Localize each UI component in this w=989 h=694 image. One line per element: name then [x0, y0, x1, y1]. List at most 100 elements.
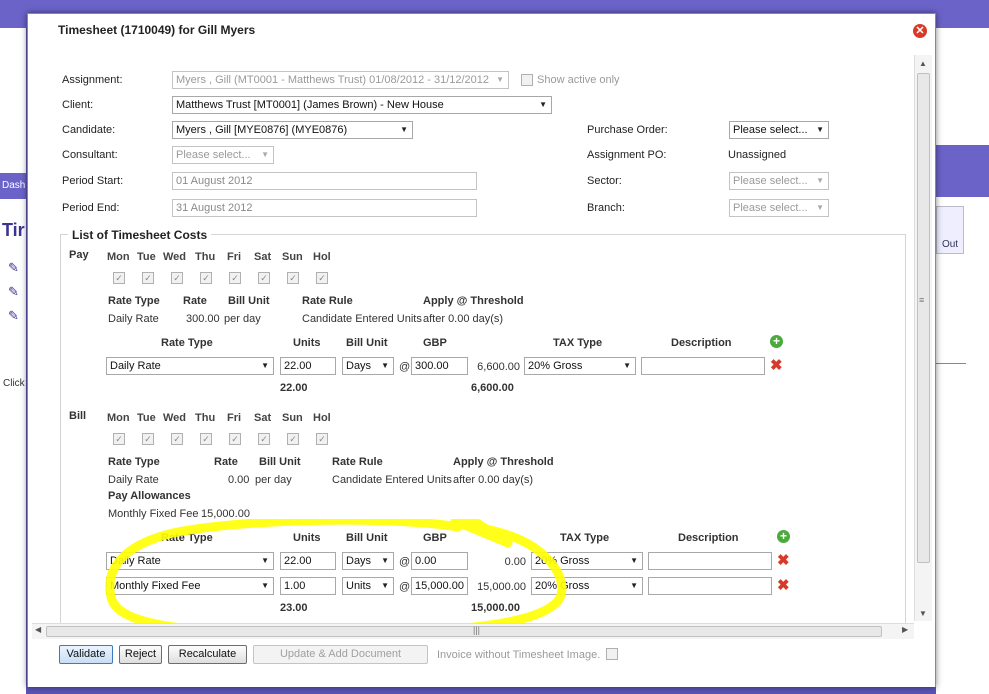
day-checkbox[interactable]: ✓	[113, 433, 125, 445]
sector-select[interactable]: Please select... ▼	[729, 172, 829, 190]
bill-tax-select[interactable]: 20% Gross ▼	[531, 552, 643, 570]
bill-rate-type-select[interactable]: Daily Rate ▼	[106, 552, 274, 570]
day-checkbox[interactable]: ✓	[258, 272, 270, 284]
pay-table-units-header: Units	[293, 337, 321, 349]
dashboard-tab[interactable]: Dashb	[0, 173, 26, 199]
bill-units-input[interactable]: 22.00	[280, 552, 336, 570]
bill-bill-unit-select[interactable]: Units ▼	[342, 577, 394, 595]
scroll-right-icon[interactable]: ▶	[902, 625, 908, 634]
pencil-icon[interactable]: ✎	[8, 308, 19, 324]
period-start-label: Period Start:	[62, 175, 124, 187]
pay-description-input[interactable]	[641, 357, 765, 375]
bill-bill-unit-header: Bill Unit	[259, 456, 301, 468]
bill-table-bill-unit-header: Bill Unit	[346, 532, 388, 544]
bill-table-units-header: Units	[293, 532, 321, 544]
pay-threshold-value: after 0.00 day(s)	[423, 313, 504, 325]
pay-row-total: 6,600.00	[477, 361, 520, 373]
day-checkbox[interactable]: ✓	[142, 272, 154, 284]
day-checkbox[interactable]: ✓	[113, 272, 125, 284]
bill-total-units: 23.00	[280, 602, 308, 614]
day-checkbox[interactable]: ✓	[229, 272, 241, 284]
validate-button[interactable]: Validate	[59, 645, 113, 664]
pay-label: Pay	[69, 249, 89, 261]
day-checkbox[interactable]: ✓	[287, 272, 299, 284]
day-checkbox[interactable]: ✓	[142, 433, 154, 445]
bill-row-total: 0.00	[504, 556, 526, 568]
bill-rate-input[interactable]: 0.00	[411, 552, 468, 570]
consultant-select[interactable]: Please select... ▼	[172, 146, 274, 164]
pay-rate-input[interactable]: 300.00	[411, 357, 468, 375]
pay-rate-type-header: Rate Type	[108, 295, 160, 307]
bill-description-input[interactable]	[648, 552, 772, 570]
scroll-down-icon[interactable]: ▼	[919, 609, 927, 618]
chevron-down-icon: ▼	[496, 75, 504, 84]
period-start-input[interactable]: 01 August 2012	[172, 172, 477, 190]
day-checkbox[interactable]: ✓	[287, 433, 299, 445]
add-pay-row-icon[interactable]: +	[770, 335, 783, 348]
show-active-checkbox[interactable]	[521, 74, 533, 86]
delete-pay-row-icon[interactable]: ✖	[770, 358, 783, 373]
delete-bill-row-icon[interactable]: ✖	[777, 578, 790, 593]
day-checkbox[interactable]: ✓	[171, 433, 183, 445]
pay-bill-unit-header: Bill Unit	[228, 295, 270, 307]
delete-bill-row-icon[interactable]: ✖	[777, 553, 790, 568]
pay-bill-unit-select[interactable]: Days ▼	[342, 357, 394, 375]
invoice-without-image-checkbox[interactable]	[606, 648, 618, 660]
period-end-input[interactable]: 31 August 2012	[172, 199, 477, 217]
pay-allowance-name: Monthly Fixed Fee	[108, 508, 199, 520]
day-checkbox[interactable]: ✓	[200, 272, 212, 284]
pencil-icon[interactable]: ✎	[8, 284, 19, 300]
background-page-title: Tir	[2, 220, 25, 240]
purchase-order-select[interactable]: Please select... ▼	[729, 121, 829, 139]
pay-tax-select[interactable]: 20% Gross ▼	[524, 357, 636, 375]
bill-row-total: 15,000.00	[477, 581, 526, 593]
pencil-icon[interactable]: ✎	[8, 260, 19, 276]
day-checkbox[interactable]: ✓	[171, 272, 183, 284]
chevron-down-icon: ▼	[261, 150, 269, 159]
scroll-thumb[interactable]: |||	[46, 625, 882, 637]
pay-table-description-header: Description	[671, 337, 732, 349]
bill-bill-unit-select[interactable]: Days ▼	[342, 552, 394, 570]
scroll-thumb[interactable]	[917, 73, 930, 563]
pay-bill-unit-value: per day	[224, 313, 261, 325]
day-checkbox[interactable]: ✓	[258, 433, 270, 445]
day-checkbox[interactable]: ✓	[316, 272, 328, 284]
day-checkbox[interactable]: ✓	[316, 433, 328, 445]
vertical-scrollbar[interactable]: ▲ ≡ ▼	[914, 55, 932, 621]
pay-allowances-label: Pay Allowances	[108, 490, 191, 502]
bill-units-input[interactable]: 1.00	[280, 577, 336, 595]
candidate-select[interactable]: Myers , Gill [MYE0876] (MYE0876) ▼	[172, 121, 413, 139]
horizontal-scrollbar[interactable]: ◀ ||| ▶	[32, 623, 914, 639]
bill-description-input[interactable]	[648, 577, 772, 595]
chevron-down-icon: ▼	[381, 556, 389, 565]
pay-threshold-header: Apply @ Threshold	[423, 295, 524, 307]
bill-threshold-value: after 0.00 day(s)	[453, 474, 534, 486]
background-left-panel: Dashb Tir ✎ ✎ ✎ Click	[0, 28, 26, 694]
client-select[interactable]: Matthews Trust [MT0001] (James Brown) - …	[172, 96, 552, 114]
day-header: Wed	[163, 251, 187, 263]
bill-tax-select[interactable]: 20% Gross ▼	[531, 577, 643, 595]
update-add-document-button[interactable]: Update & Add Document	[253, 645, 428, 664]
chevron-down-icon: ▼	[261, 556, 269, 565]
pay-rate-value: 300.00	[186, 313, 220, 325]
branch-select[interactable]: Please select... ▼	[729, 199, 829, 217]
pay-units-input[interactable]: 22.00	[280, 357, 336, 375]
bill-total-amount: 15,000.00	[471, 602, 520, 614]
pay-rate-type-select[interactable]: Daily Rate ▼	[106, 357, 274, 375]
chevron-down-icon: ▼	[623, 361, 631, 370]
add-bill-row-icon[interactable]: +	[777, 530, 790, 543]
background-out-button[interactable]: Out	[936, 206, 964, 254]
bill-rate-input[interactable]: 15,000.00	[411, 577, 468, 595]
bill-rate-type-select[interactable]: Monthly Fixed Fee ▼	[106, 577, 274, 595]
scroll-left-icon[interactable]: ◀	[35, 625, 41, 634]
day-checkbox[interactable]: ✓	[229, 433, 241, 445]
pay-total-units: 22.00	[280, 382, 308, 394]
assignment-select[interactable]: Myers , Gill (MT0001 - Matthews Trust) 0…	[172, 71, 509, 89]
scroll-up-icon[interactable]: ▲	[919, 59, 927, 68]
recalculate-button[interactable]: Recalculate	[168, 645, 247, 664]
day-checkbox[interactable]: ✓	[200, 433, 212, 445]
reject-button[interactable]: Reject	[119, 645, 162, 664]
bill-label: Bill	[69, 410, 87, 422]
day-header: Tue	[137, 412, 156, 424]
close-icon[interactable]: ✕	[913, 24, 927, 38]
